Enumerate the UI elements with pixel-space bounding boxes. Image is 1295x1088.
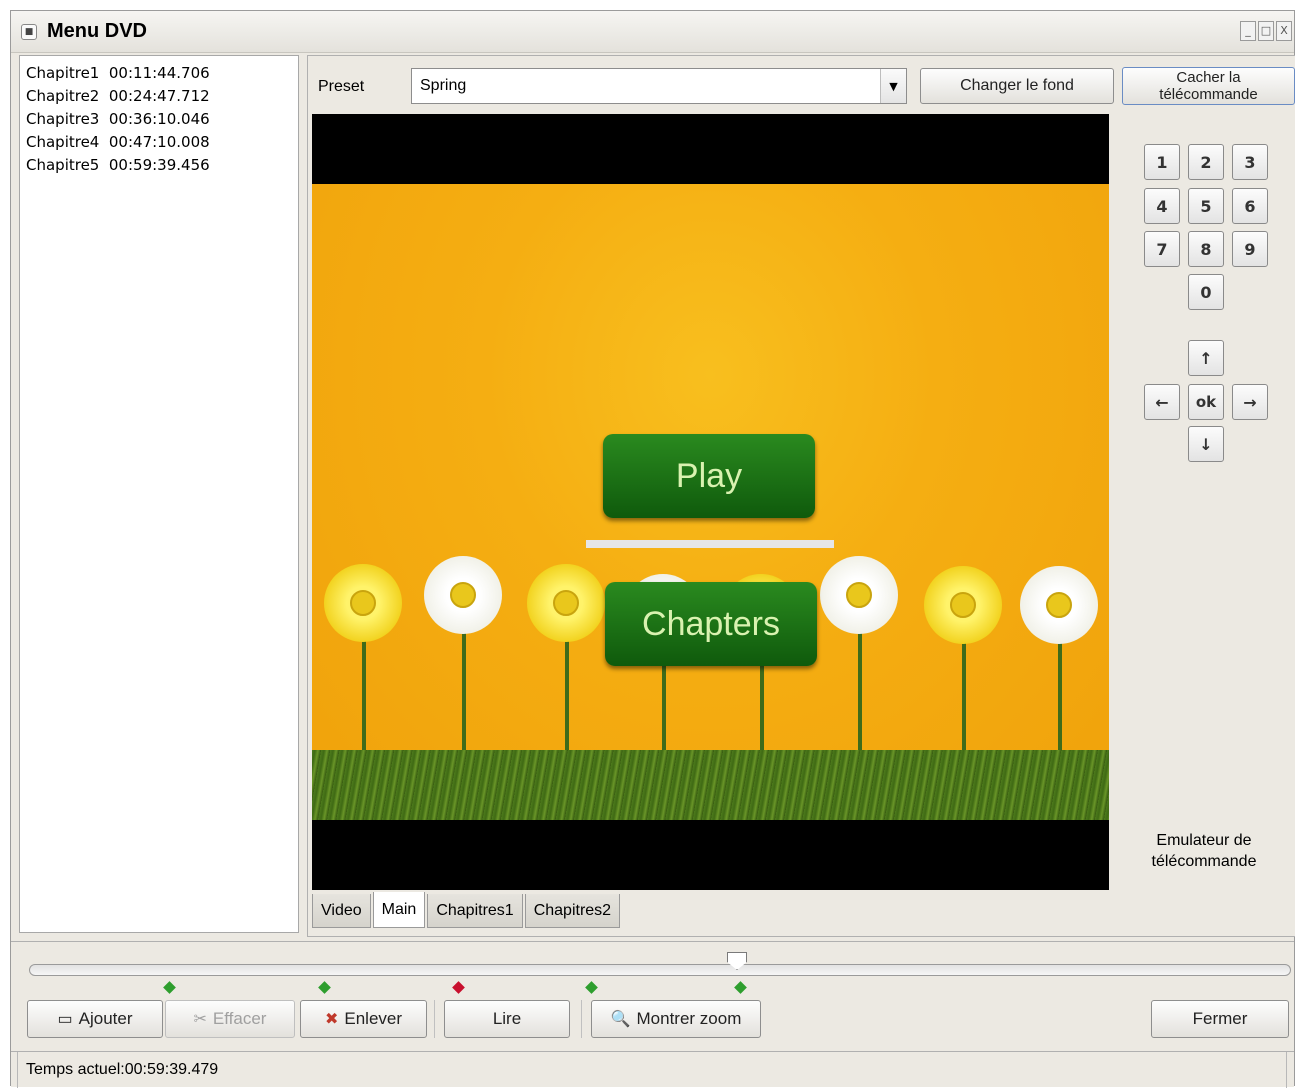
add-chapter-icon: ▭: [57, 1011, 73, 1028]
main-panel: Preset Spring ▼ Changer le fond Cacher l…: [307, 55, 1295, 937]
title-bar: ■ Menu DVD _ □ X: [11, 11, 1294, 53]
hide-remote-label-line1: Cacher la: [1176, 69, 1241, 86]
arrow-left-icon[interactable]: ←: [1144, 384, 1180, 420]
chapter-marker: [585, 981, 598, 994]
list-item[interactable]: Chapitre3 00:36:10.046: [26, 108, 292, 131]
window-controls: _ □ X: [1240, 21, 1292, 41]
status-bar: Temps actuel:00:59:39.479: [11, 1051, 1294, 1088]
scissors-icon: ✂: [193, 1011, 207, 1028]
show-zoom-button[interactable]: 🔍 Montrer zoom: [591, 1000, 761, 1038]
tab-chapitres2[interactable]: Chapitres2: [524, 894, 621, 928]
add-button-label: Ajouter: [78, 1009, 133, 1028]
remote-key-1[interactable]: 1: [1144, 144, 1180, 180]
list-item[interactable]: Chapitre5 00:59:39.456: [26, 154, 292, 177]
remove-icon: ✖: [324, 1011, 339, 1028]
remote-key-3[interactable]: 3: [1232, 144, 1268, 180]
window-title: Menu DVD: [47, 20, 147, 42]
chapters-menu-button[interactable]: Chapters: [605, 582, 817, 666]
play-button[interactable]: Lire: [444, 1000, 570, 1038]
remote-emulator: 1 2 3 4 5 6 7 8 9 0 ↑ ← ok → ↓ Emulateur…: [1114, 114, 1294, 890]
erase-button-label: Effacer: [212, 1009, 267, 1028]
chapter-marker: [452, 981, 465, 994]
current-time-status: Temps actuel:00:59:39.479: [17, 1052, 1287, 1088]
dropdown-arrow-icon[interactable]: ▼: [880, 69, 906, 103]
chapter-list[interactable]: Chapitre1 00:11:44.706 Chapitre2 00:24:4…: [19, 55, 299, 933]
tab-main[interactable]: Main: [372, 892, 426, 928]
arrow-down-icon[interactable]: ↓: [1188, 426, 1224, 462]
menu-dvd-window: ■ Menu DVD _ □ X Chapitre1 00:11:44.706 …: [10, 10, 1295, 1088]
remote-key-9[interactable]: 9: [1232, 231, 1268, 267]
chapter-marker: [163, 981, 176, 994]
chapter-marker: [318, 981, 331, 994]
preset-label: Preset: [318, 78, 365, 95]
tab-video[interactable]: Video: [312, 894, 371, 928]
dvd-menu-preview: Play Chapters: [312, 114, 1109, 890]
preset-select[interactable]: Spring ▼: [411, 68, 907, 104]
minimize-button[interactable]: _: [1240, 21, 1256, 41]
timeline-slider[interactable]: [29, 964, 1291, 976]
magnifier-icon: 🔍: [610, 1011, 631, 1028]
arrow-right-icon[interactable]: →: [1232, 384, 1268, 420]
remote-key-8[interactable]: 8: [1188, 231, 1224, 267]
remote-key-4[interactable]: 4: [1144, 188, 1180, 224]
timeline-area: ▭ Ajouter ✂ Effacer ✖ Enlever Lire 🔍 Mon…: [11, 941, 1294, 1051]
arrow-up-icon[interactable]: ↑: [1188, 340, 1224, 376]
maximize-button[interactable]: □: [1258, 21, 1274, 41]
remote-key-6[interactable]: 6: [1232, 188, 1268, 224]
close-button[interactable]: X: [1276, 21, 1292, 41]
close-dialog-button[interactable]: Fermer: [1151, 1000, 1289, 1038]
remote-caption: Emulateur de télécommande: [1114, 830, 1294, 872]
grass-decoration: [312, 750, 1109, 820]
remote-caption-line1: Emulateur de: [1156, 832, 1252, 849]
remote-ok-button[interactable]: ok: [1188, 384, 1224, 420]
remote-key-5[interactable]: 5: [1188, 188, 1224, 224]
chapter-marker: [734, 981, 747, 994]
list-item[interactable]: Chapitre4 00:47:10.008: [26, 131, 292, 154]
tab-chapitres1[interactable]: Chapitres1: [427, 894, 523, 928]
change-background-button[interactable]: Changer le fond: [920, 68, 1114, 104]
remote-key-7[interactable]: 7: [1144, 231, 1180, 267]
remote-caption-line2: télécommande: [1151, 853, 1257, 870]
toolbar-separator: [581, 1000, 582, 1038]
hide-remote-label-line2: télécommande: [1159, 86, 1258, 103]
window-menu-icon[interactable]: ■: [21, 24, 37, 40]
hide-remote-button[interactable]: Cacher la télécommande: [1122, 67, 1295, 105]
remove-button-label: Enlever: [344, 1009, 403, 1028]
menu-divider: [586, 540, 834, 548]
erase-button[interactable]: ✂ Effacer: [165, 1000, 295, 1038]
spring-background: Play Chapters: [312, 184, 1109, 820]
show-zoom-label: Montrer zoom: [636, 1009, 742, 1028]
preset-value: Spring: [420, 77, 467, 94]
add-button[interactable]: ▭ Ajouter: [27, 1000, 163, 1038]
menu-tabs: Video Main Chapitres1 Chapitres2: [312, 892, 622, 928]
toolbar-separator: [434, 1000, 435, 1038]
remove-button[interactable]: ✖ Enlever: [300, 1000, 427, 1038]
play-menu-button[interactable]: Play: [603, 434, 815, 518]
remote-key-2[interactable]: 2: [1188, 144, 1224, 180]
list-item[interactable]: Chapitre2 00:24:47.712: [26, 85, 292, 108]
list-item[interactable]: Chapitre1 00:11:44.706: [26, 62, 292, 85]
remote-key-0[interactable]: 0: [1188, 274, 1224, 310]
